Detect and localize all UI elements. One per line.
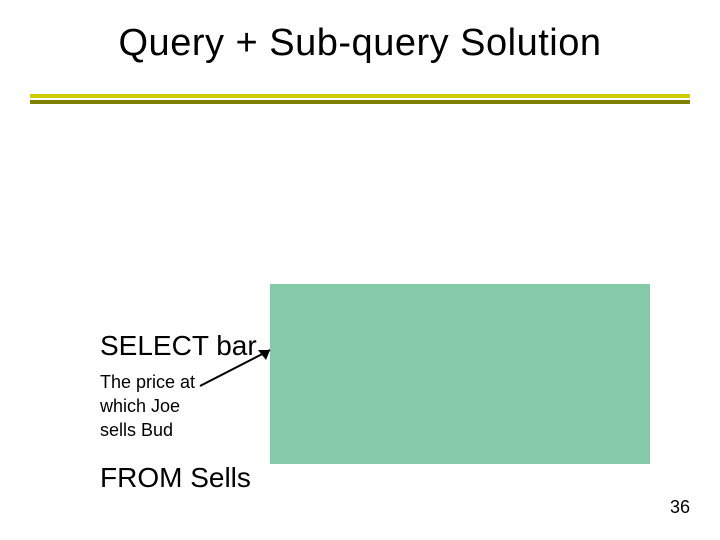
slide-title: Query + Sub-query Solution	[0, 22, 720, 65]
annotation-line-3: sells Bud	[100, 418, 195, 442]
query-line-2: FROM Sells	[100, 456, 536, 500]
divider-top	[30, 94, 690, 98]
arrow-icon	[192, 344, 282, 394]
annotation-text: The price at which Joe sells Bud	[100, 370, 195, 442]
page-number: 36	[670, 497, 690, 518]
sql-query: SELECT bar FROM Sells WHERE beer = ‘Mill…	[100, 148, 536, 540]
query-line-1: SELECT bar	[100, 324, 536, 368]
divider-bottom	[30, 100, 690, 104]
annotation-line-2: which Joe	[100, 394, 195, 418]
annotation-line-1: The price at	[100, 370, 195, 394]
